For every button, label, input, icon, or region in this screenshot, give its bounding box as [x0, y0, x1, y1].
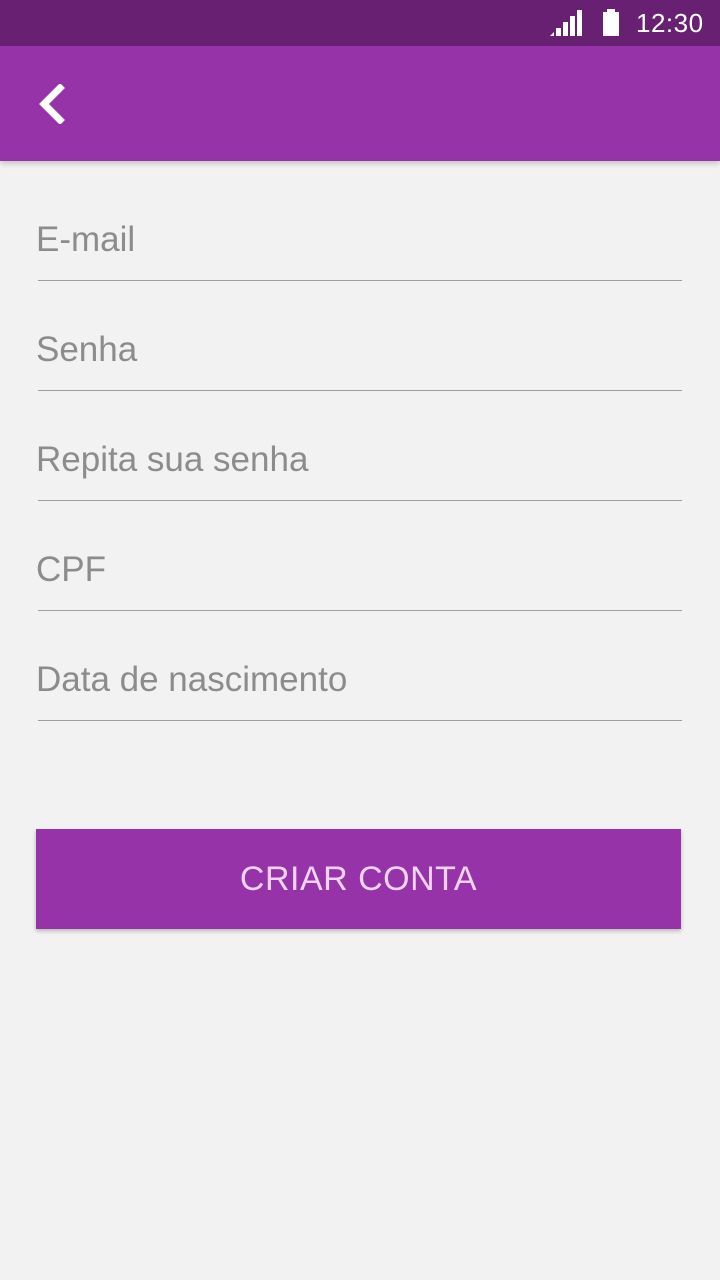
repeat-password-field[interactable]	[36, 421, 682, 499]
cpf-field[interactable]	[36, 531, 682, 609]
birthdate-underline	[38, 720, 682, 721]
signal-icon	[550, 10, 582, 36]
email-field-container	[36, 201, 682, 281]
app-bar	[0, 46, 720, 161]
battery-icon	[601, 9, 621, 36]
email-underline	[38, 280, 682, 281]
password-field-container	[36, 311, 682, 391]
chevron-left-icon	[39, 84, 65, 124]
birthdate-field-container	[36, 641, 682, 721]
birthdate-field[interactable]	[36, 641, 682, 719]
password-underline	[38, 390, 682, 391]
create-account-button[interactable]: CRIAR CONTA	[36, 829, 681, 929]
status-time: 12:30	[636, 8, 704, 38]
email-field[interactable]	[36, 201, 682, 279]
password-field[interactable]	[36, 311, 682, 389]
repeat-password-field-container	[36, 421, 682, 501]
status-bar: 12:30	[0, 0, 720, 46]
back-button[interactable]	[22, 72, 82, 136]
cpf-underline	[38, 610, 682, 611]
repeat-password-underline	[38, 500, 682, 501]
cpf-field-container	[36, 531, 682, 611]
